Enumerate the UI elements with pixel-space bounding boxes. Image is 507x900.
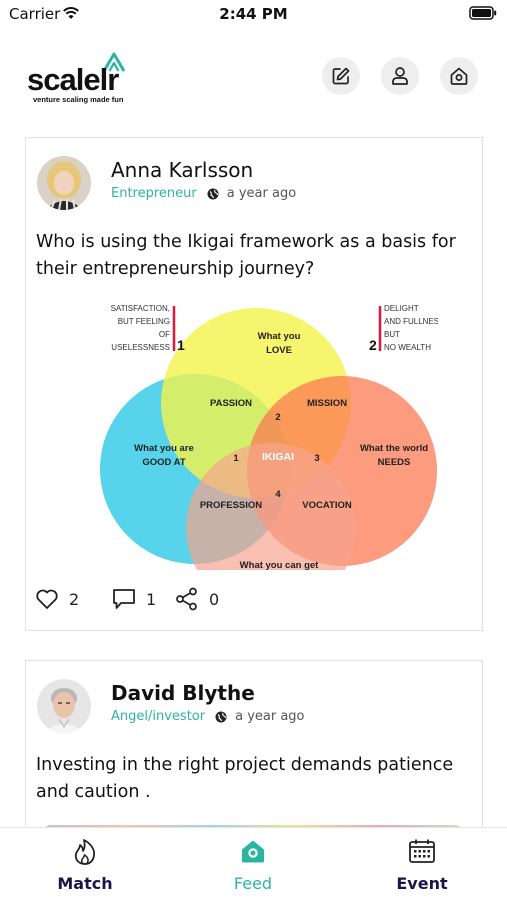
venn-label-love-1: What you	[258, 331, 301, 342]
avatar[interactable]	[37, 156, 91, 210]
number-1: 1	[233, 453, 239, 464]
home-settings-button[interactable]	[440, 57, 478, 95]
number-3: 3	[314, 453, 319, 464]
note-left-line: OF	[159, 330, 170, 339]
author-role: Entrepreneur	[111, 186, 197, 201]
app-screen: Carrier 2:44 PM scalelr venture scaling …	[0, 0, 507, 900]
globe-icon	[207, 188, 219, 199]
post-meta: Angel/investor a year ago	[111, 709, 305, 724]
tab-match-label: Match	[57, 874, 113, 893]
tab-feed-label: Feed	[233, 874, 273, 893]
status-bar: Carrier 2:44 PM	[0, 0, 507, 28]
profile-button[interactable]	[381, 57, 419, 95]
author-role: Angel/investor	[111, 709, 206, 724]
venn-label-love-2: LOVE	[266, 345, 292, 356]
number-4: 4	[275, 489, 281, 500]
post-actions: 2 1 0	[35, 587, 219, 611]
note-left-line: SATISFACTION,	[111, 304, 170, 313]
note-left-line: BUT FEELING	[118, 317, 170, 326]
note-left-number: 1	[177, 337, 185, 353]
overlap-passion: PASSION	[210, 398, 252, 409]
bottom-tab-bar: Match Feed Event	[0, 827, 507, 900]
venn-label-needs-1: What the world	[360, 443, 428, 454]
tab-event[interactable]: Event	[362, 828, 482, 900]
post-time: a year ago	[235, 709, 305, 724]
avatar[interactable]	[37, 679, 91, 733]
avatar-photo	[37, 156, 91, 210]
note-right-line: BUT	[384, 330, 400, 339]
share-count: 0	[209, 589, 220, 609]
post-text: Who is using the Ikigai framework as a b…	[36, 232, 456, 279]
post-meta: Entrepreneur a year ago	[111, 186, 296, 201]
globe-icon	[215, 711, 227, 722]
share-button[interactable]: 0	[175, 587, 219, 611]
author-name[interactable]: David Blythe	[111, 681, 255, 705]
author-name[interactable]: Anna Karlsson	[111, 158, 253, 182]
share-icon	[176, 587, 197, 611]
note-left-line: USELESSNESS	[111, 343, 170, 352]
home-icon	[242, 840, 264, 863]
note-right-line: AND FULLNESS,	[384, 317, 438, 326]
post-time: a year ago	[226, 186, 297, 201]
number-2: 2	[275, 412, 280, 423]
heart-icon	[36, 589, 58, 609]
flame-icon	[74, 839, 96, 865]
scalelr-logo: scalelr venture scaling made fun	[27, 48, 137, 106]
edit-icon	[332, 67, 350, 85]
like-count: 2	[69, 589, 80, 609]
avatar-photo	[37, 679, 91, 733]
logo-tagline: venture scaling made fun	[33, 95, 124, 104]
ikigai-diagram-image[interactable]: SATISFACTION, BUT FEELING OF USELESSNESS…	[72, 298, 438, 570]
tab-feed[interactable]: Feed	[193, 828, 313, 900]
venn-label-paid-1: What you can get	[240, 560, 319, 570]
edit-post-button[interactable]	[322, 57, 360, 95]
venn-label-good-at-2: GOOD AT	[142, 457, 185, 468]
note-right-number: 2	[369, 337, 377, 353]
overlap-profession: PROFESSION	[200, 500, 262, 511]
post-text: Investing in the right project demands p…	[36, 755, 454, 802]
calendar-icon	[409, 839, 435, 863]
post-card[interactable]: Anna Karlsson Entrepreneur a year ago Wh…	[25, 137, 483, 631]
comment-button[interactable]: 1	[112, 588, 175, 610]
profile-icon	[392, 67, 408, 85]
tab-event-label: Event	[396, 874, 448, 893]
overlap-mission: MISSION	[307, 398, 347, 409]
venn-label-good-at-1: What you are	[134, 443, 194, 454]
home-settings-icon	[450, 67, 468, 85]
overlap-vocation: VOCATION	[302, 500, 352, 511]
comment-count: 1	[146, 589, 157, 609]
logo-wordmark: scalelr	[27, 62, 119, 97]
comment-icon	[113, 589, 135, 609]
like-button[interactable]: 2	[35, 588, 112, 610]
venn-label-needs-2: NEEDS	[378, 457, 411, 468]
note-right-line: NO WEALTH	[384, 343, 431, 352]
status-time: 2:44 PM	[219, 5, 288, 23]
note-right-line: DELIGHT	[384, 304, 419, 313]
battery-icon	[469, 6, 497, 20]
tab-match[interactable]: Match	[25, 828, 145, 900]
ikigai-center-label: IKIGAI	[262, 451, 294, 463]
